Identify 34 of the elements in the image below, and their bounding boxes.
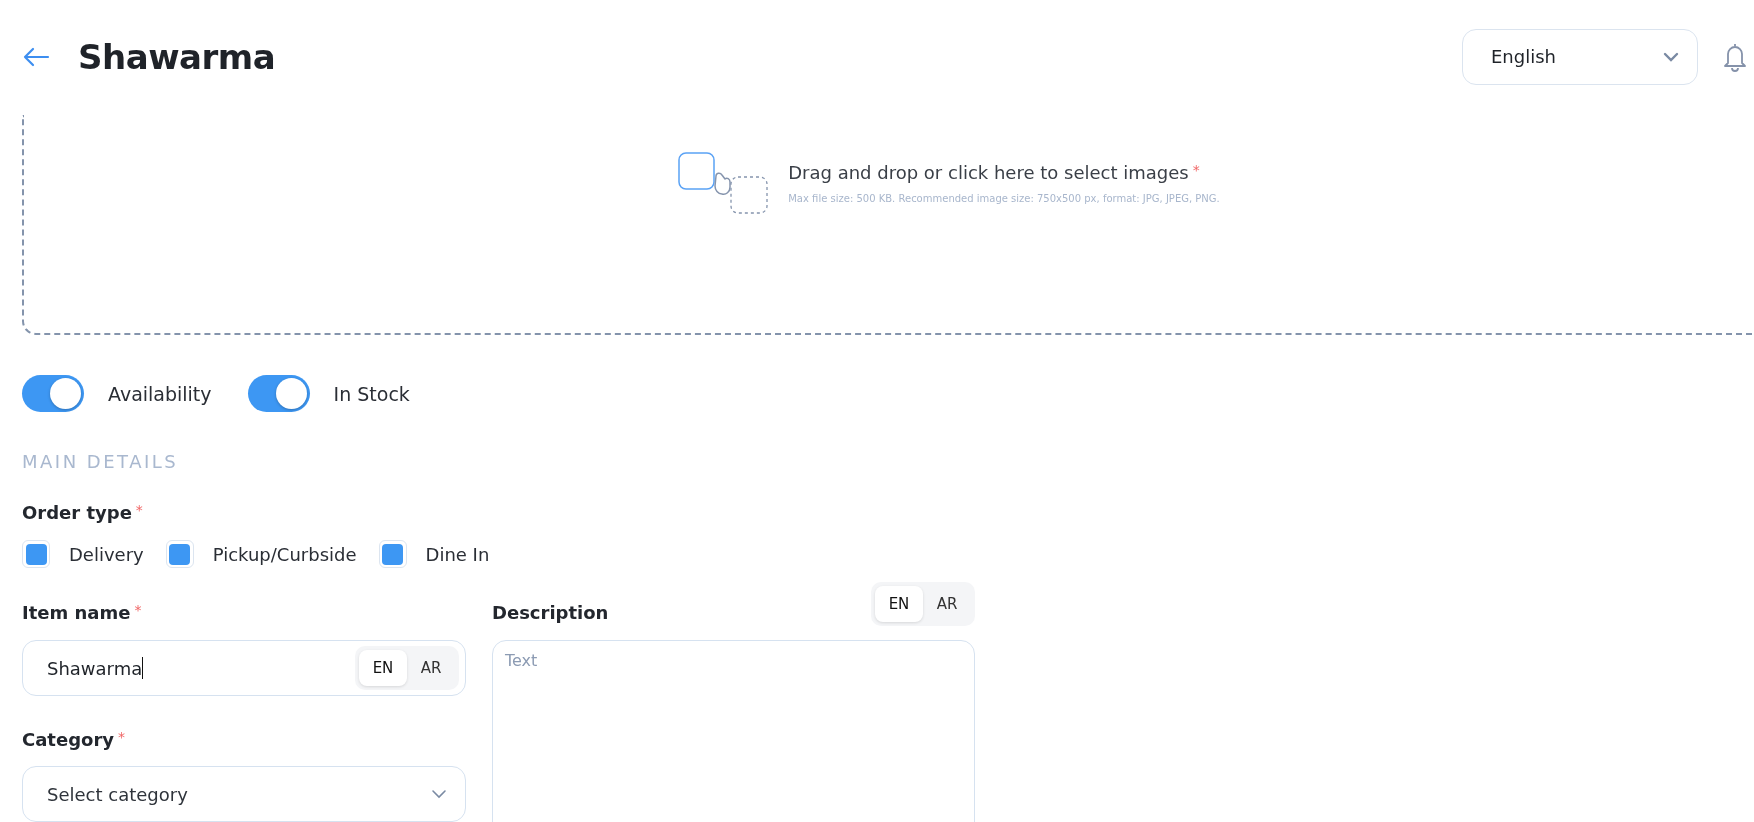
language-tab[interactable]: AR — [923, 586, 971, 622]
field-label: Category — [22, 729, 115, 750]
required-mark: * — [134, 602, 142, 618]
chevron-down-icon — [431, 789, 447, 799]
checkbox-label: Pickup/Curbside — [212, 543, 357, 565]
description-field[interactable]: Text — [492, 640, 975, 822]
toggle-switch[interactable] — [22, 375, 84, 412]
checkbox[interactable] — [378, 540, 407, 568]
language-tab[interactable]: AR — [407, 650, 455, 686]
page-title: Shawarma — [78, 36, 276, 77]
checkbox[interactable] — [165, 540, 194, 568]
required-mark: * — [135, 502, 143, 518]
required-mark: * — [118, 729, 126, 745]
checkbox-label: Delivery — [69, 543, 144, 565]
item-name-field[interactable]: Shawarma EN AR — [22, 640, 466, 696]
toggle-label: Availability — [108, 382, 212, 405]
toggle-label: In Stock — [333, 382, 410, 405]
field-label: Item name — [22, 602, 131, 623]
section-heading: MAIN DETAILS — [22, 450, 180, 474]
field-label: Order type — [22, 502, 132, 523]
drag-drop-icon — [678, 152, 769, 214]
upload-hint: Max file size: 500 KB. Recommended image size: 750x500 px, format: JPG, JPEG, PNG. — [788, 193, 1220, 204]
toggle-switch[interactable] — [247, 375, 310, 412]
checkbox-label: Dine In — [425, 543, 490, 565]
language-tab[interactable]: EN — [359, 650, 407, 686]
upload-prompt: Drag and drop or click here to select images * — [788, 162, 1201, 183]
language-tab[interactable]: EN — [875, 586, 923, 622]
image-drop-zone[interactable]: Drag and drop or click here to select images * Max file size: 500 KB. Recommended image size: 750x500 px, format: JPG, JPEG, PNG. — [22, 115, 1754, 335]
back-arrow-icon[interactable] — [22, 45, 50, 68]
checkbox[interactable] — [22, 540, 50, 568]
chevron-down-icon — [1663, 51, 1679, 62]
language-select[interactable]: English — [1462, 28, 1698, 85]
category-select[interactable]: Select category — [22, 766, 466, 822]
field-label: Description — [492, 602, 609, 624]
